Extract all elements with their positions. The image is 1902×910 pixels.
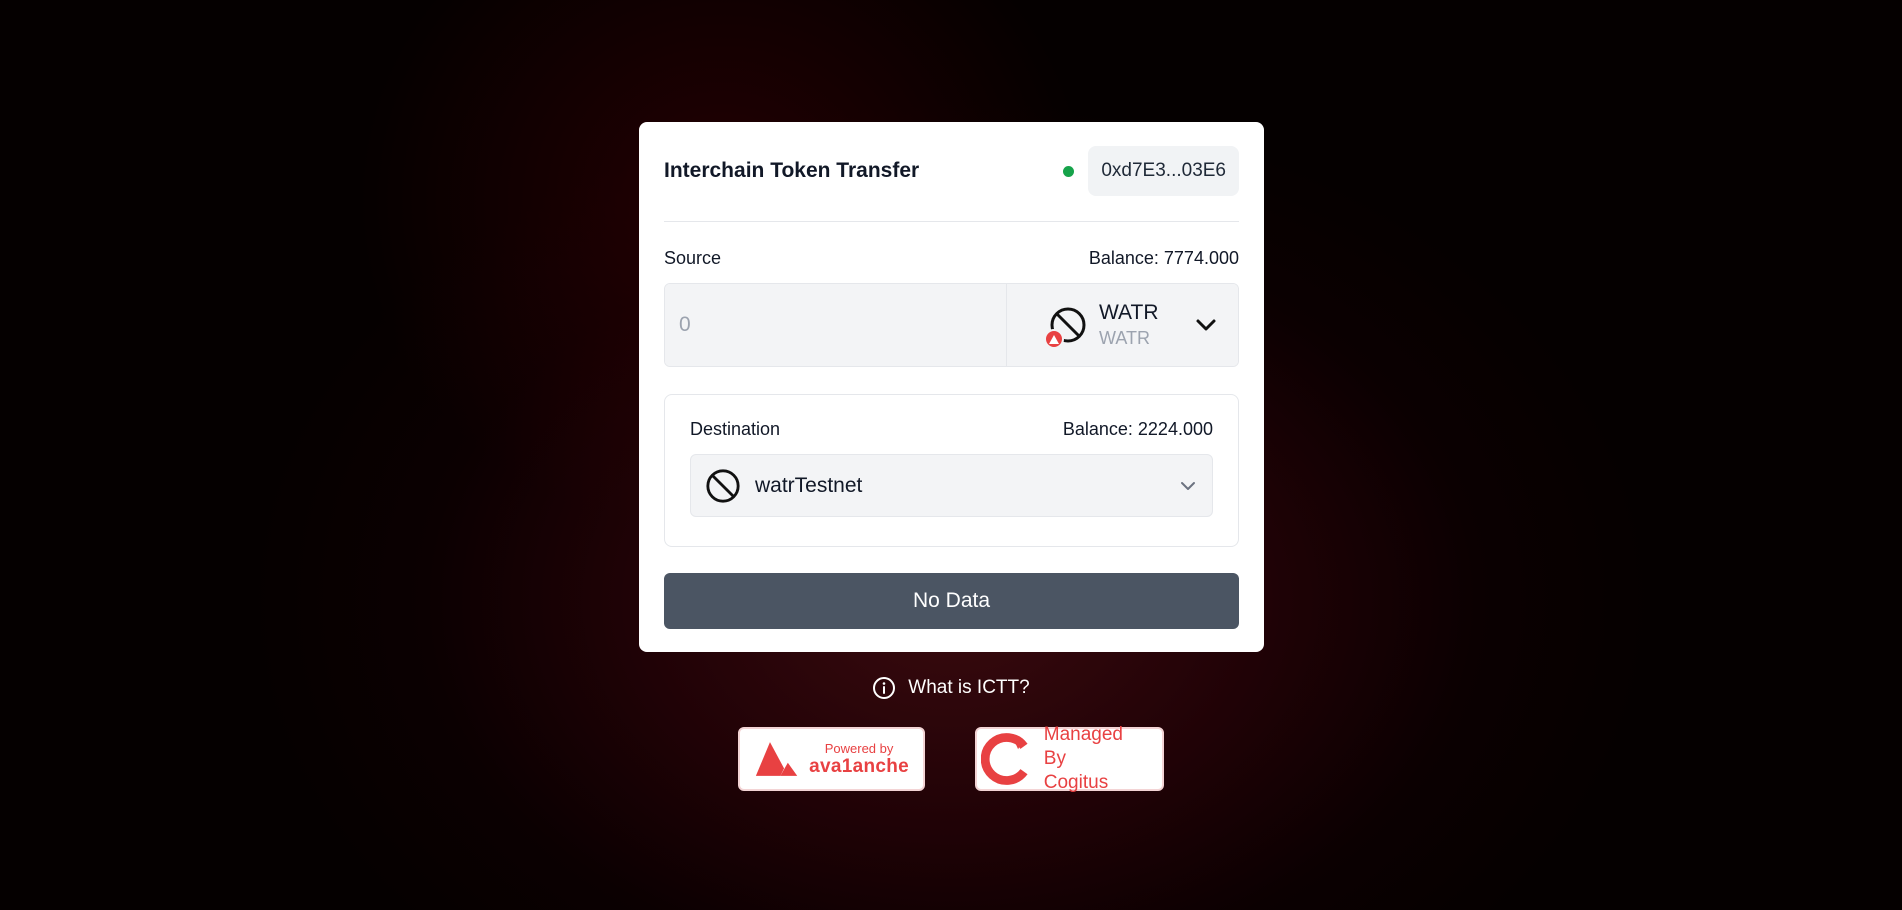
- token-icon-wrap: [1044, 306, 1087, 349]
- what-is-ictt-link[interactable]: What is ICTT?: [0, 676, 1902, 700]
- transfer-card: Interchain Token Transfer 0xd7E3...03E6 …: [639, 122, 1264, 652]
- managed-by-label: Managed By: [1043, 724, 1123, 769]
- avalanche-wordmark: ava1anche: [809, 755, 909, 777]
- destination-panel: Destination Balance: 2224.000 watrTestne…: [664, 394, 1239, 547]
- source-balance: Balance: 7774.000: [1088, 248, 1239, 268]
- destination-chain-select[interactable]: watrTestnet: [690, 454, 1213, 517]
- info-icon: [873, 677, 896, 699]
- badges-row: Powered by ava1anche Managed By Cogitus: [0, 724, 1902, 793]
- cogitus-badge-text: Managed By Cogitus: [1044, 723, 1148, 795]
- source-header: Source Balance: 7774.000: [664, 248, 1239, 269]
- powered-by-avalanche-badge[interactable]: Powered by ava1anche: [738, 727, 925, 791]
- token-symbol: WATR: [1099, 301, 1159, 324]
- avalanche-badge-text: Powered by ava1anche: [809, 741, 909, 778]
- transfer-button[interactable]: No Data: [664, 573, 1239, 629]
- destination-header: Destination Balance: 2224.000: [690, 419, 1213, 440]
- block-icon: [706, 468, 740, 503]
- wallet-group: 0xd7E3...03E6: [1063, 146, 1239, 196]
- page-title: Interchain Token Transfer: [664, 159, 920, 182]
- managed-by-cogitus-badge[interactable]: Managed By Cogitus: [975, 724, 1164, 793]
- chevron-down-icon: [1196, 319, 1216, 331]
- avalanche-logo-icon: [755, 742, 798, 776]
- chevron-down-icon: [1181, 481, 1195, 490]
- what-is-ictt-label: What is ICTT?: [908, 677, 1030, 698]
- card-header: Interchain Token Transfer 0xd7E3...03E6: [664, 146, 1239, 196]
- powered-by-label: Powered by: [824, 740, 894, 756]
- token-select[interactable]: WATR WATR: [1007, 284, 1238, 366]
- destination-chain-name: watrTestnet: [755, 473, 863, 497]
- destination-label: Destination: [690, 419, 781, 439]
- wallet-address-button[interactable]: 0xd7E3...03E6: [1088, 146, 1239, 196]
- source-label: Source: [664, 248, 722, 268]
- cogitus-logo-icon: [981, 733, 1028, 785]
- destination-balance: Balance: 2224.000: [1062, 419, 1213, 439]
- token-text: WATR WATR: [1099, 300, 1182, 350]
- avalanche-icon: [1044, 329, 1064, 349]
- amount-input[interactable]: [665, 284, 1007, 366]
- connection-status-dot: [1063, 165, 1075, 177]
- source-input-group: WATR WATR: [664, 283, 1239, 367]
- cogitus-wordmark: Cogitus: [1043, 772, 1109, 793]
- divider: [664, 221, 1239, 222]
- token-name: WATR: [1099, 328, 1150, 348]
